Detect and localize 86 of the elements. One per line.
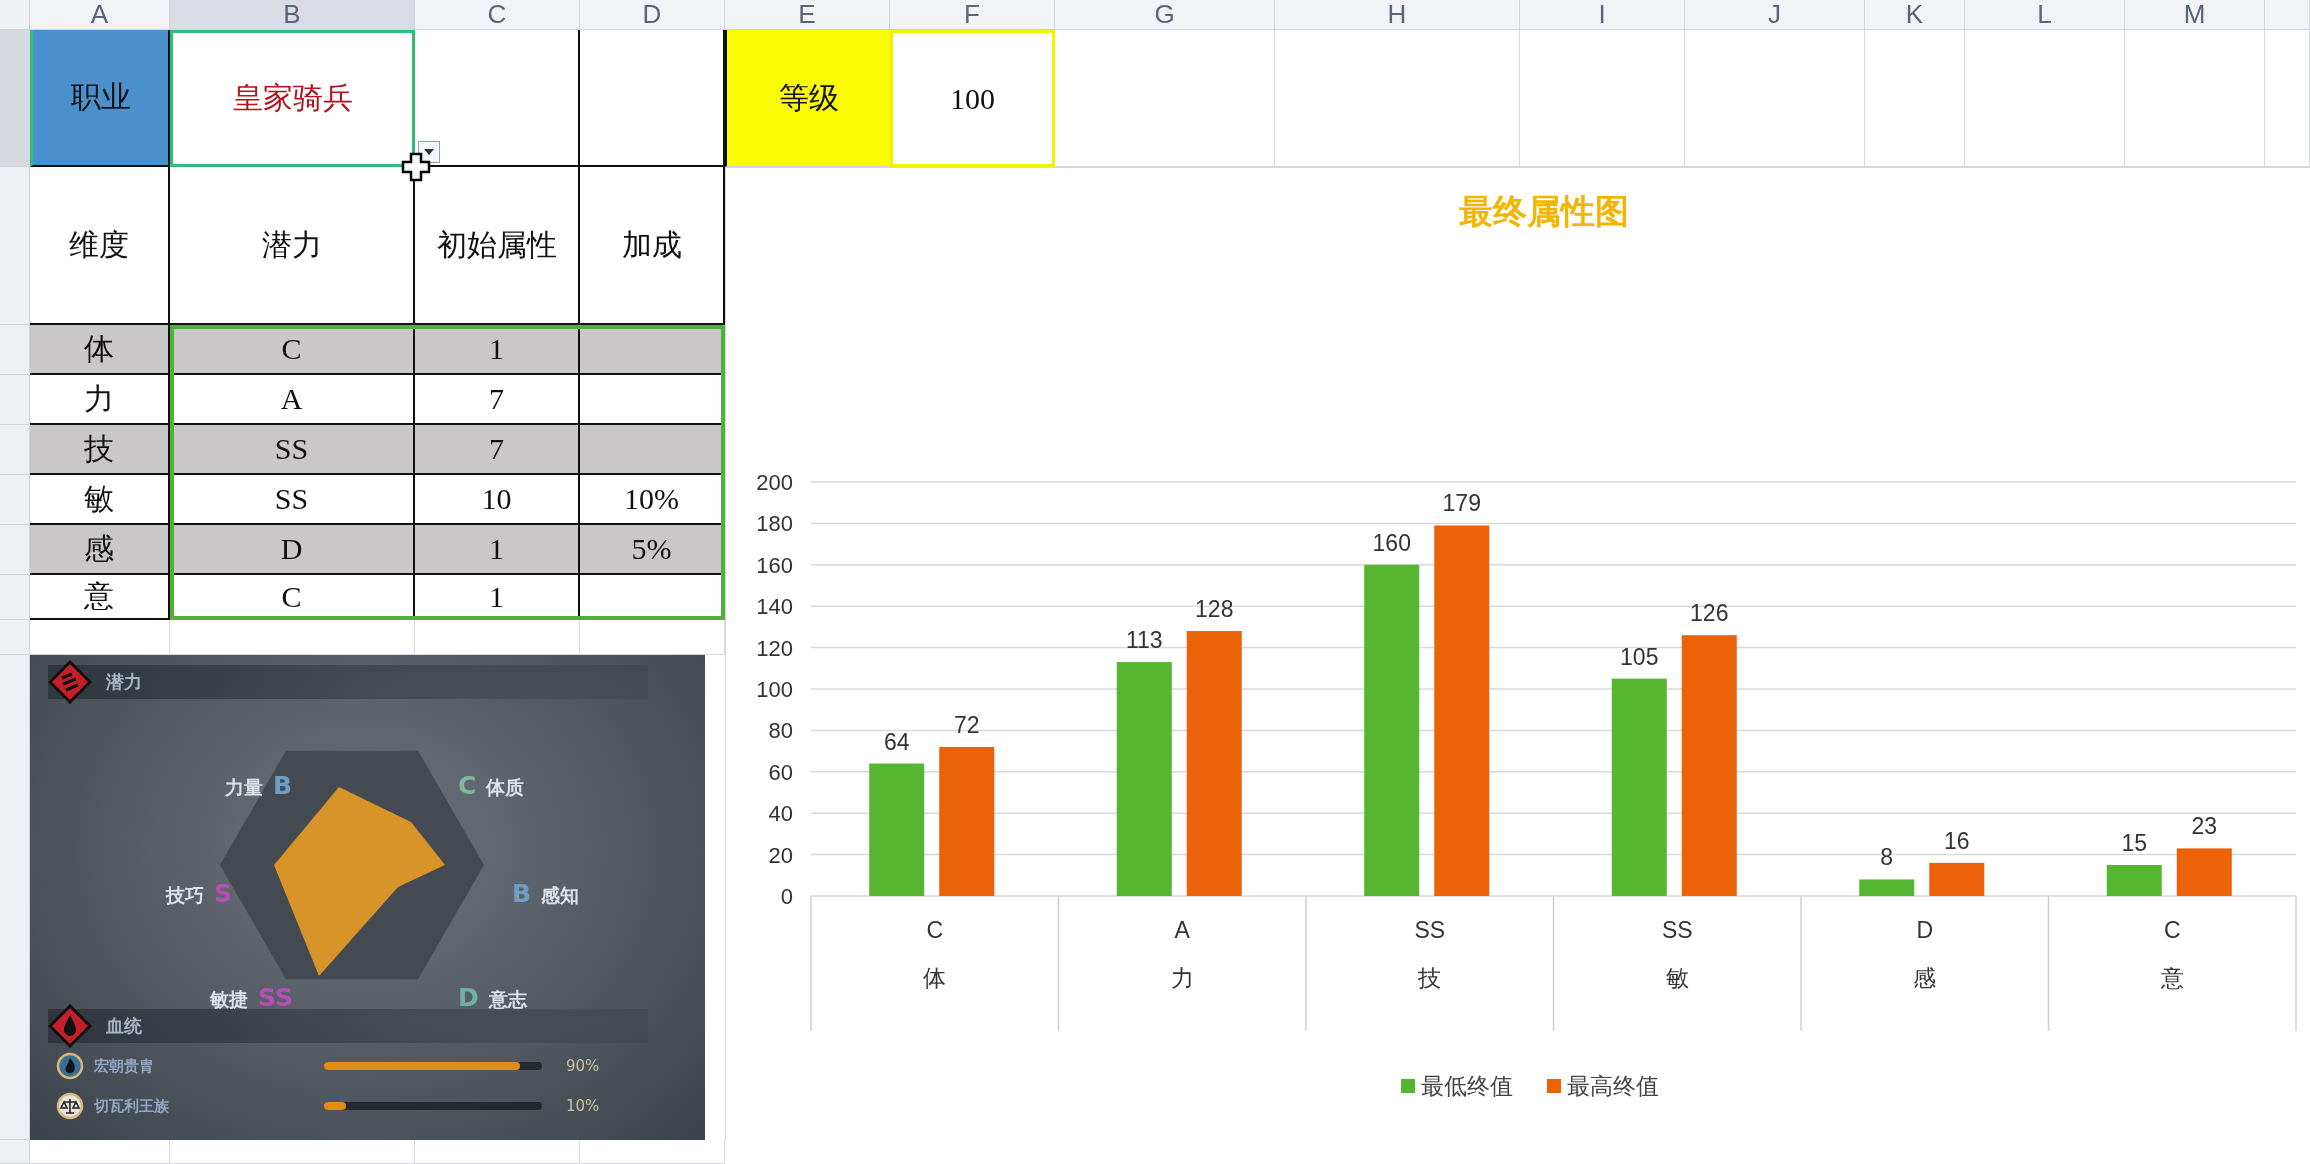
- data-label: 128: [1195, 596, 1234, 623]
- column-header[interactable]: H: [1275, 0, 1520, 30]
- x-axis-label: SS: [1661, 917, 1693, 943]
- chart-title: 最终属性图: [1458, 192, 1629, 230]
- column-heading: 维度: [30, 167, 170, 325]
- y-axis-label: 180: [756, 511, 793, 537]
- x-axis-label: 意: [2160, 965, 2184, 991]
- x-axis-label: 力: [1170, 965, 1194, 991]
- legend-label: 最低终值: [1421, 1073, 1513, 1099]
- x-axis-label: C: [2163, 917, 2181, 943]
- y-axis-label: 0: [780, 884, 793, 909]
- data-label: 72: [953, 711, 980, 738]
- table-cell: 7: [415, 375, 580, 425]
- y-axis-label: 140: [756, 594, 793, 620]
- x-axis-label: SS: [1414, 917, 1446, 943]
- y-axis-label: 60: [768, 759, 793, 785]
- attribute-label: 敏捷: [210, 987, 248, 1012]
- x-axis-label: 感: [1913, 965, 1937, 991]
- grade-letter: S: [214, 879, 232, 908]
- bloodline-name: 宏朝贵胄: [94, 1056, 155, 1076]
- column-header[interactable]: L: [1965, 0, 2125, 30]
- column-header[interactable]: J: [1685, 0, 1865, 30]
- column-header[interactable]: B: [170, 0, 415, 30]
- x-axis-label: D: [1916, 917, 1934, 943]
- table-cell: 体: [30, 325, 170, 375]
- data-label: 8: [1880, 844, 1894, 871]
- table-cell: 技: [30, 425, 170, 475]
- table-cell: 力: [30, 375, 170, 425]
- table-cell: 感: [30, 525, 170, 575]
- column-heading: 初始属性: [415, 167, 580, 325]
- y-axis-label: 80: [768, 718, 793, 744]
- x-axis-label: 体: [923, 965, 947, 991]
- x-axis-label: 技: [1418, 965, 1442, 991]
- section-title: 血统: [106, 1014, 142, 1038]
- y-axis-label: 100: [756, 677, 793, 702]
- y-axis-label: 160: [756, 552, 793, 578]
- attribute-label: 感知: [541, 883, 580, 908]
- column-header[interactable]: C: [415, 0, 580, 30]
- grade-letter: B: [512, 879, 532, 908]
- data-label: 23: [2191, 813, 2218, 840]
- data-label: 160: [1372, 529, 1411, 556]
- y-axis-label: 20: [768, 842, 793, 868]
- column-header[interactable]: F: [890, 0, 1055, 30]
- table-cell: 7: [415, 425, 580, 475]
- data-label: 113: [1125, 627, 1163, 654]
- cell-label: 职业: [30, 30, 170, 167]
- attribute-label: 意志: [488, 987, 527, 1012]
- column-header[interactable]: I: [1520, 0, 1685, 30]
- column-heading: 加成: [580, 167, 725, 325]
- selected-cell[interactable]: 皇家骑兵: [170, 30, 415, 167]
- attribute-label: 技巧: [166, 883, 204, 908]
- table-cell: 意: [30, 575, 170, 620]
- bloodline-name: 切瓦利王族: [94, 1096, 170, 1116]
- cell-value: 100: [890, 30, 1055, 167]
- y-axis-label: 40: [768, 801, 793, 827]
- cell-label: 等级: [725, 30, 890, 167]
- grade-letter: D: [458, 983, 479, 1012]
- column-header[interactable]: D: [580, 0, 725, 30]
- x-axis-label: A: [1174, 917, 1190, 943]
- percentage: 90%: [566, 1057, 600, 1075]
- column-header[interactable]: M: [2125, 0, 2265, 30]
- data-label: 64: [883, 728, 910, 755]
- column-header[interactable]: G: [1055, 0, 1275, 30]
- attribute-label: 体质: [486, 775, 525, 800]
- table-cell: 敏: [30, 475, 170, 525]
- x-axis-label: C: [926, 917, 944, 943]
- data-label: 105: [1620, 643, 1659, 670]
- percentage: 10%: [566, 1097, 600, 1115]
- column-header[interactable]: E: [725, 0, 890, 30]
- data-label: 16: [1943, 827, 1970, 854]
- column-header[interactable]: K: [1865, 0, 1965, 30]
- x-axis-label: 敏: [1665, 965, 1689, 991]
- legend-label: 最高终值: [1567, 1073, 1659, 1099]
- grade-letter: SS: [258, 983, 293, 1012]
- table-cell: 10: [415, 475, 580, 525]
- grade-letter: C: [458, 771, 477, 800]
- y-axis-label: 120: [756, 635, 793, 661]
- data-label: 126: [1690, 600, 1729, 627]
- y-axis-label: 200: [756, 470, 793, 495]
- data-label: 179: [1442, 490, 1481, 517]
- section-title: 潜力: [106, 670, 142, 694]
- attribute-label: 力量: [225, 775, 263, 800]
- table-cell: 1: [415, 525, 580, 575]
- data-label: 15: [2121, 829, 2148, 856]
- grade-letter: B: [273, 771, 293, 800]
- column-header[interactable]: A: [30, 0, 170, 30]
